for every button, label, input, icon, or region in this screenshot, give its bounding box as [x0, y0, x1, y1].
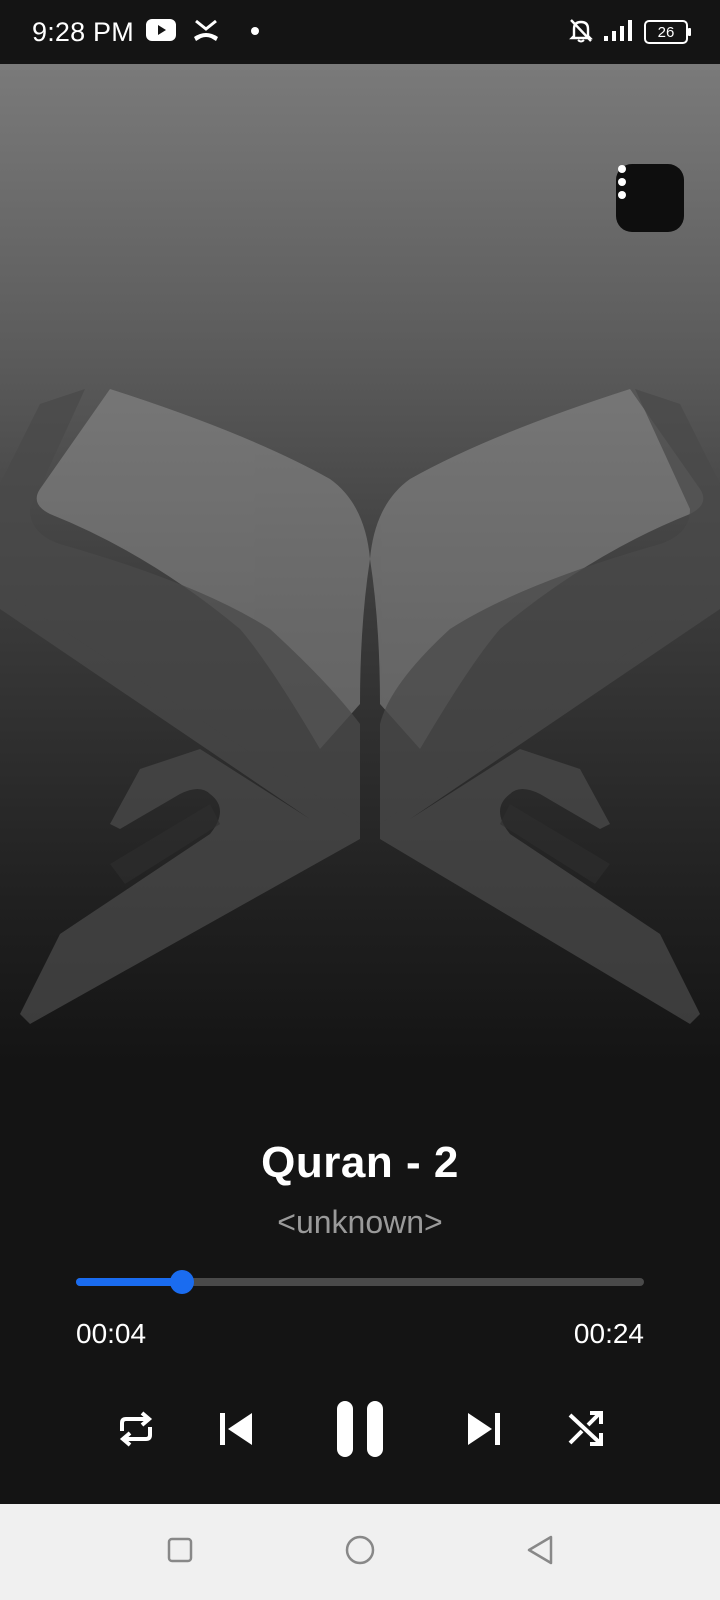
- recents-button[interactable]: [156, 1528, 204, 1576]
- battery-icon: 26: [644, 20, 691, 44]
- album-artwork: [0, 64, 720, 1064]
- home-circle-icon: [344, 1534, 376, 1571]
- back-button[interactable]: [516, 1528, 564, 1576]
- seek-bar-fill: [76, 1278, 183, 1286]
- signal-icon: [604, 18, 634, 47]
- seek-bar-thumb[interactable]: [170, 1270, 195, 1294]
- total-time: 00:24: [573, 1318, 644, 1349]
- bell-off-icon: [568, 17, 594, 48]
- youtube-icon: [145, 18, 176, 46]
- next-button[interactable]: [462, 1396, 506, 1466]
- track-artist: <unknown>: [277, 1204, 443, 1240]
- repeat-icon: [116, 1409, 156, 1454]
- shuffle-icon: [566, 1409, 606, 1454]
- shuffle-button[interactable]: [564, 1396, 608, 1466]
- notification-dot-icon: [250, 23, 260, 41]
- recents-square-icon: [166, 1536, 194, 1569]
- navigation-bar: [0, 1504, 720, 1600]
- current-time: 00:04: [76, 1318, 147, 1349]
- home-button[interactable]: [336, 1528, 384, 1576]
- status-time: 9:28 PM: [32, 16, 134, 47]
- skip-next-icon: [464, 1409, 504, 1454]
- track-title: Quran - 2: [261, 1138, 459, 1187]
- pause-icon: [335, 1400, 385, 1463]
- previous-button[interactable]: [214, 1396, 258, 1466]
- battery-level: 26: [657, 23, 675, 41]
- skip-previous-icon: [216, 1409, 256, 1454]
- quran-book-icon: [0, 389, 720, 1024]
- back-triangle-icon: [525, 1534, 555, 1571]
- status-bar: 9:28 PM 26: [0, 0, 720, 64]
- pause-button[interactable]: [330, 1396, 390, 1466]
- more-options-button[interactable]: [616, 164, 684, 232]
- repeat-button[interactable]: [114, 1396, 158, 1466]
- missed-call-icon: [192, 17, 220, 48]
- seek-bar[interactable]: [76, 1270, 644, 1294]
